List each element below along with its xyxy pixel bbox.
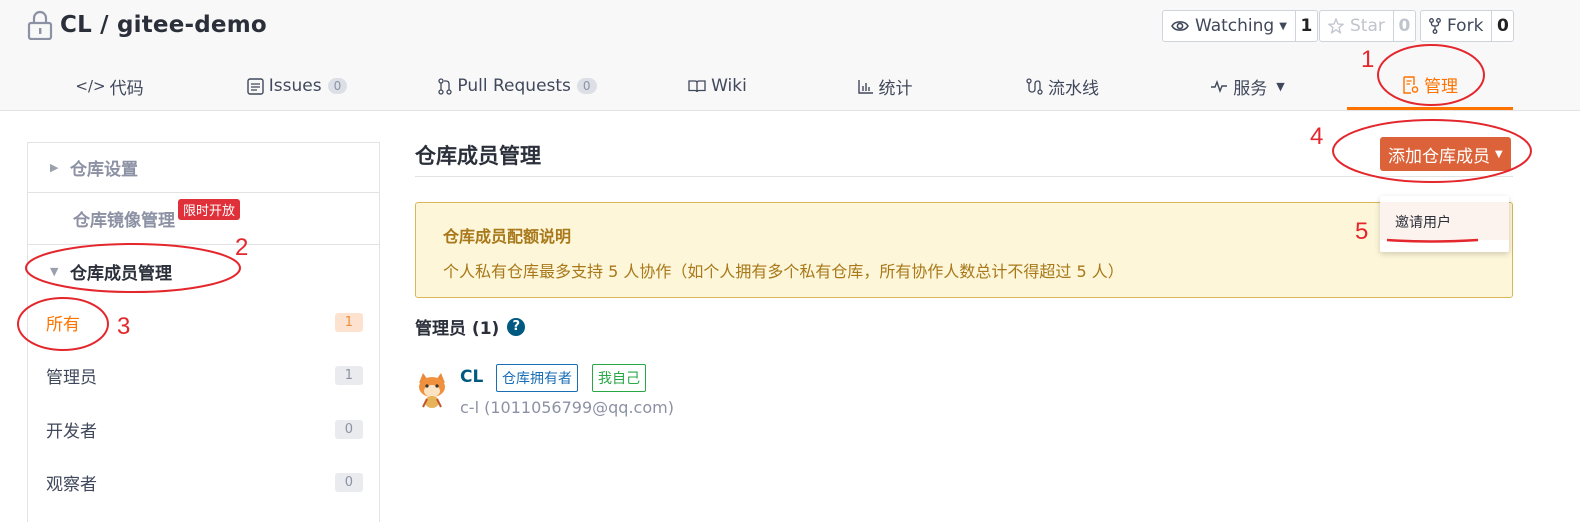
pipeline-icon: [1026, 77, 1043, 95]
sidebar-item-admins[interactable]: 管理员 1: [28, 348, 379, 402]
settings-sidebar: ▶ 仓库设置 仓库镜像管理 限时开放 ▼ 仓库成员管理 所有 1 管理员 1 开…: [27, 142, 380, 522]
fork-button[interactable]: Fork 0: [1420, 10, 1515, 42]
tab-pipeline[interactable]: 流水线: [1005, 62, 1120, 110]
pull-request-icon: [438, 77, 453, 95]
watch-button[interactable]: Watching ▼ 1: [1162, 10, 1318, 42]
lock-icon: [27, 10, 53, 40]
sidebar-item-developers[interactable]: 开发者 0: [28, 402, 379, 456]
tab-label: 代码: [109, 78, 144, 99]
tab-pull-requests[interactable]: Pull Requests 0: [405, 62, 630, 110]
caret-right-icon: ▶: [50, 161, 59, 174]
annotation-number: 5: [1355, 218, 1369, 245]
add-member-dropdown: 邀请用户: [1380, 196, 1509, 252]
star-button[interactable]: Star 0: [1319, 10, 1416, 42]
fork-icon: [1429, 18, 1441, 34]
page-title: 仓库成员管理: [415, 144, 541, 168]
repo-tabs: </> 代码 Issues 0 Pull Requests 0 Wiki 统计 …: [0, 62, 1580, 110]
annotation-number: 3: [117, 313, 131, 340]
tab-issues[interactable]: Issues 0: [212, 62, 382, 110]
sidebar-item-observers[interactable]: 观察者 0: [28, 455, 379, 509]
pulse-icon: [1211, 79, 1228, 93]
caret-down-icon: ▼: [50, 264, 59, 278]
help-icon[interactable]: ?: [507, 317, 526, 336]
notice-text: 个人私有仓库最多支持 5 人协作（如个人拥有多个私有仓库，所有协作人数总计不得超…: [443, 262, 1124, 281]
watch-count[interactable]: 1: [1294, 11, 1317, 41]
divider: [415, 176, 1513, 177]
book-icon: [688, 80, 706, 93]
count-badge: 0: [334, 419, 363, 439]
sidebar-item-label: 开发者: [46, 421, 97, 442]
eye-icon: [1171, 21, 1189, 31]
chevron-down-icon: ▼: [1495, 148, 1503, 160]
manage-icon: [1403, 75, 1419, 94]
sidebar-item-label: 所有: [46, 314, 80, 335]
repo-name[interactable]: CL / gitee-demo: [60, 12, 267, 38]
tab-label: 流水线: [1048, 78, 1099, 99]
member-name[interactable]: CL: [460, 367, 483, 387]
self-tag: 我自己: [592, 364, 646, 392]
sidebar-item-all[interactable]: 所有 1: [28, 295, 379, 349]
issues-icon: [247, 77, 264, 95]
invite-user-item[interactable]: 邀请用户: [1380, 202, 1509, 240]
tab-label: 服务: [1233, 78, 1268, 99]
add-member-label: 添加仓库成员: [1388, 146, 1490, 167]
fork-count[interactable]: 0: [1491, 11, 1513, 41]
add-member-button[interactable]: 添加仓库成员 ▼: [1380, 137, 1511, 171]
tab-services[interactable]: 服务 ▼: [1190, 62, 1305, 110]
star-icon: [1328, 18, 1344, 34]
count-badge: 1: [334, 312, 363, 332]
annotation-number: 2: [235, 234, 249, 261]
annotation-number: 4: [1310, 123, 1324, 150]
repo-header: CL / gitee-demo Watching ▼ 1 Star 0 Fork…: [0, 0, 1580, 111]
tab-label: 统计: [878, 78, 913, 99]
owner-tag: 仓库拥有者: [496, 364, 578, 392]
tab-wiki[interactable]: Wiki: [660, 62, 775, 110]
star-count[interactable]: 0: [1392, 11, 1415, 41]
quota-notice: 仓库成员配额说明 个人私有仓库最多支持 5 人协作（如个人拥有多个私有仓库，所有…: [415, 202, 1513, 298]
sidebar-item-label: 仓库镜像管理: [73, 211, 175, 231]
tab-stats[interactable]: 统计: [830, 62, 940, 110]
sidebar-item-members[interactable]: ▼ 仓库成员管理: [28, 246, 379, 296]
chevron-down-icon: ▼: [1276, 79, 1285, 93]
sidebar-item-label: 仓库成员管理: [70, 263, 172, 284]
repo-title: CL / gitee-demo: [27, 10, 267, 40]
pr-count-badge: 0: [576, 78, 597, 94]
watch-label: Watching: [1195, 16, 1275, 36]
bar-chart-icon: [857, 79, 873, 94]
tab-label: Wiki: [711, 76, 747, 96]
avatar[interactable]: [415, 371, 449, 409]
sidebar-item-label: 仓库设置: [70, 160, 138, 180]
sidebar-item-label: 管理员: [46, 367, 97, 388]
tab-label: Issues: [268, 76, 322, 96]
chevron-down-icon: ▼: [1279, 20, 1287, 32]
fork-label: Fork: [1447, 16, 1484, 36]
code-icon: </>: [75, 77, 106, 95]
sidebar-item-mirror[interactable]: 仓库镜像管理 限时开放: [28, 193, 379, 245]
limited-badge: 限时开放: [178, 199, 241, 220]
admins-heading: 管理员 (1) ?: [415, 314, 526, 339]
annotation-number: 1: [1361, 46, 1375, 73]
issues-count-badge: 0: [327, 78, 348, 94]
star-label: Star: [1350, 16, 1385, 36]
member-account: c-l (1011056799@qq.com): [460, 398, 674, 417]
sidebar-item-repo-settings[interactable]: ▶ 仓库设置: [28, 143, 379, 193]
sidebar-item-label: 观察者: [46, 474, 97, 495]
tab-label: Pull Requests: [457, 76, 571, 96]
admins-heading-label: 管理员 (1): [415, 319, 500, 339]
count-badge: 1: [334, 365, 363, 385]
tab-label: 管理: [1424, 77, 1458, 97]
tab-code[interactable]: </> 代码: [27, 62, 192, 110]
notice-title: 仓库成员配额说明: [443, 227, 572, 246]
count-badge: 0: [334, 472, 363, 492]
